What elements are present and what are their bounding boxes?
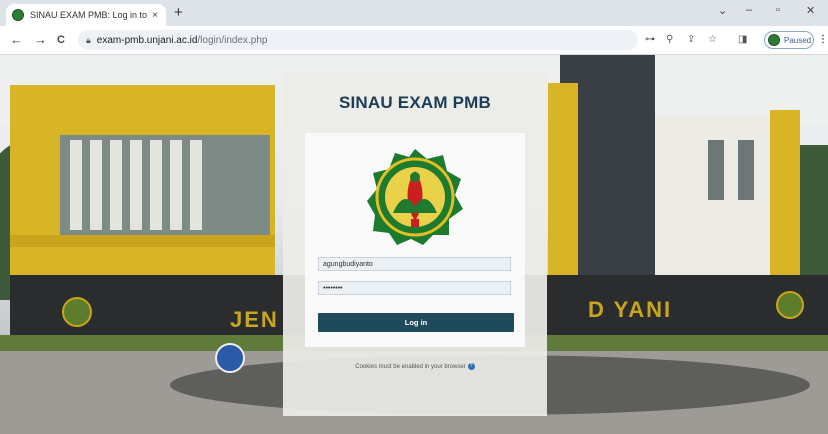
cookies-notice-text: Cookies must be enabled in your browser (355, 364, 466, 371)
url-path: /login/index.php (197, 34, 268, 46)
tab-title: SINAU EXAM PMB: Log in to the (30, 10, 148, 20)
forward-button[interactable]: → (34, 32, 47, 48)
password-input[interactable]: •••••••• (318, 281, 511, 295)
profile-avatar (768, 34, 780, 46)
browser-tab-active[interactable]: SINAU EXAM PMB: Log in to the × (6, 4, 166, 26)
bookmark-star-icon[interactable]: ☆ (708, 34, 717, 45)
login-form-panel: agungbudiyanto •••••••• Log in (305, 133, 525, 347)
help-icon[interactable]: ? (467, 363, 475, 370)
tab-search-chevron-icon[interactable]: ⌄ (718, 4, 727, 17)
login-card: SINAU EXAM PMB agungbudiyanto •••••••• L… (283, 73, 547, 416)
minimize-button[interactable]: – (746, 4, 752, 16)
site-favicon-icon (12, 9, 24, 21)
side-panel-icon[interactable]: ◨ (738, 34, 747, 45)
back-button[interactable]: ← (10, 32, 23, 48)
login-button[interactable]: Log in (318, 313, 514, 332)
reload-button[interactable]: C (57, 32, 65, 48)
profile-status: Paused (784, 35, 812, 45)
building-sign-right: D YANI (588, 297, 673, 322)
url-domain: exam-pmb.unjani.ac.id (96, 34, 198, 46)
profile-paused-button[interactable]: Paused (764, 31, 814, 49)
browser-toolbar: ← → C 🔒︎ exam-pmb.unjani.ac.id/login/ind… (0, 26, 828, 55)
restore-button[interactable]: ▫ (776, 4, 780, 16)
building-sign-left: JEN (230, 307, 279, 332)
password-key-icon[interactable]: ⊶ (645, 34, 655, 45)
url-text: exam-pmb.unjani.ac.id/login/index.php (97, 35, 268, 46)
new-tab-button[interactable]: + (174, 4, 183, 22)
browser-menu-icon[interactable]: ⋮ (818, 34, 828, 45)
site-title: SINAU EXAM PMB (338, 93, 492, 112)
university-logo-icon (367, 149, 463, 245)
lock-icon: 🔒︎ (86, 34, 91, 45)
browser-tab-strip: SINAU EXAM PMB: Log in to the × + ⌄ – ▫ … (0, 0, 828, 26)
zoom-icon[interactable]: ⚲ (666, 34, 673, 45)
share-icon[interactable]: ⇪ (687, 34, 695, 45)
close-window-button[interactable]: ✕ (806, 4, 815, 17)
cookies-notice: Cookies must be enabled in your browser? (283, 363, 547, 370)
username-input[interactable]: agungbudiyanto (318, 257, 511, 271)
tab-close-icon[interactable]: × (152, 10, 158, 21)
address-bar[interactable]: 🔒︎ exam-pmb.unjani.ac.id/login/index.php (78, 30, 638, 50)
